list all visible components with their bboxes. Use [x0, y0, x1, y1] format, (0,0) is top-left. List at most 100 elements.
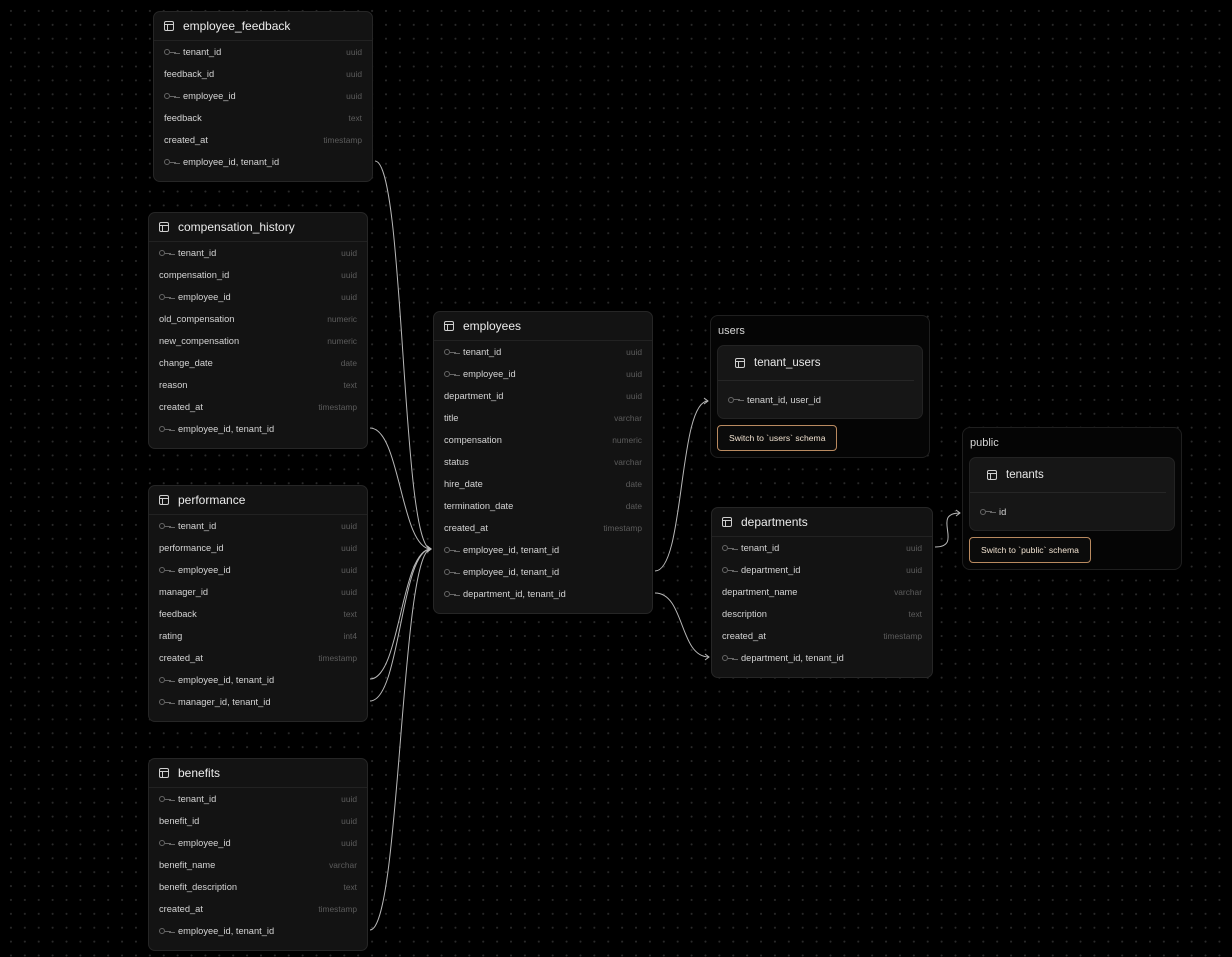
table-header[interactable]: benefits	[149, 759, 367, 788]
table-compensation-history[interactable]: compensation_history tenant_id uuid compen…	[148, 212, 368, 449]
column-row[interactable]: benefit_id uuid	[149, 810, 367, 832]
column-row[interactable]: employee_id uuid	[149, 832, 367, 854]
column-row[interactable]: tenant_id uuid	[712, 537, 932, 559]
column-row[interactable]: tenant_id uuid	[154, 41, 372, 63]
column-type: timestamp	[883, 631, 922, 641]
column-row[interactable]: tenant_id uuid	[149, 515, 367, 537]
schema-name: public	[970, 437, 999, 449]
column-row[interactable]: department_id uuid	[434, 385, 652, 407]
table-header[interactable]: performance	[149, 486, 367, 515]
column-row[interactable]: manager_id, tenant_id	[149, 691, 367, 713]
key-icon	[159, 796, 171, 802]
column-row[interactable]: created_at timestamp	[149, 647, 367, 669]
column-type: text	[343, 609, 358, 619]
table-benefits[interactable]: benefits tenant_id uuid benefit_id uuid empl…	[148, 758, 368, 951]
column-row[interactable]: employee_id uuid	[149, 286, 367, 308]
column-row[interactable]: employee_id, tenant_id	[149, 669, 367, 691]
column-name: status	[444, 457, 469, 467]
column-row[interactable]: employee_id, tenant_id	[154, 151, 372, 173]
column-row[interactable]: manager_id uuid	[149, 581, 367, 603]
column-row[interactable]: compensation_id uuid	[149, 264, 367, 286]
column-row[interactable]: created_at timestamp	[154, 129, 372, 151]
column-row[interactable]: rating int4	[149, 625, 367, 647]
column-name: termination_date	[444, 501, 514, 511]
column-row[interactable]: hire_date date	[434, 473, 652, 495]
column-row[interactable]: feedback text	[149, 603, 367, 625]
edge-employees-tenant-users	[654, 400, 709, 572]
column-name: manager_id	[159, 587, 209, 597]
column-row[interactable]: benefit_name varchar	[149, 854, 367, 876]
column-row[interactable]: tenant_id uuid	[434, 341, 652, 363]
table-header[interactable]: employees	[434, 312, 652, 341]
column-row[interactable]: created_at timestamp	[149, 396, 367, 418]
column-row[interactable]: employee_id uuid	[149, 559, 367, 581]
column-row[interactable]: id	[970, 493, 1174, 530]
column-type: varchar	[614, 413, 642, 423]
column-row[interactable]: title varchar	[434, 407, 652, 429]
table-name: benefits	[178, 766, 221, 780]
table-header[interactable]: tenants	[970, 458, 1166, 493]
column-row[interactable]: feedback text	[154, 107, 372, 129]
column-type: timestamp	[603, 523, 642, 533]
column-row[interactable]: employee_id uuid	[434, 363, 652, 385]
column-row[interactable]: status varchar	[434, 451, 652, 473]
column-row[interactable]: tenant_id uuid	[149, 788, 367, 810]
switch-schema-public-button[interactable]: Switch to `public` schema	[969, 537, 1091, 563]
key-icon	[159, 523, 171, 529]
table-tenant-users[interactable]: tenant_users tenant_id, user_id	[717, 345, 923, 419]
column-row[interactable]: reason text	[149, 374, 367, 396]
switch-schema-users-button[interactable]: Switch to `users` schema	[717, 425, 838, 451]
edge-arrow	[426, 545, 432, 553]
column-type: timestamp	[323, 135, 362, 145]
column-row[interactable]: department_id uuid	[712, 559, 932, 581]
column-row[interactable]: department_id, tenant_id	[434, 583, 652, 605]
table-departments[interactable]: departments tenant_id uuid department_id uu…	[711, 507, 933, 678]
table-header[interactable]: employee_feedback	[154, 12, 372, 41]
table-header[interactable]: tenant_users	[718, 346, 914, 381]
column-type: uuid	[341, 248, 357, 258]
column-type: uuid	[341, 587, 357, 597]
column-name: hire_date	[444, 479, 483, 489]
column-name: department_id, tenant_id	[463, 589, 566, 599]
column-row[interactable]: benefit_description text	[149, 876, 367, 898]
column-row[interactable]: feedback_id uuid	[154, 63, 372, 85]
column-name: employee_id	[178, 292, 231, 302]
key-icon	[159, 294, 171, 300]
column-row[interactable]: department_id, tenant_id	[712, 647, 932, 669]
column-row[interactable]: description text	[712, 603, 932, 625]
column-name: created_at	[722, 631, 766, 641]
column-row[interactable]: created_at timestamp	[712, 625, 932, 647]
table-employee-feedback[interactable]: employee_feedback tenant_id uuid feedback_…	[153, 11, 373, 182]
table-header[interactable]: compensation_history	[149, 213, 367, 242]
column-row[interactable]: employee_id, tenant_id	[434, 561, 652, 583]
column-type: varchar	[894, 587, 922, 597]
column-row[interactable]: created_at timestamp	[149, 898, 367, 920]
column-row[interactable]: performance_id uuid	[149, 537, 367, 559]
column-row[interactable]: termination_date date	[434, 495, 652, 517]
edge-arrow	[703, 397, 709, 405]
column-row[interactable]: employee_id uuid	[154, 85, 372, 107]
column-row[interactable]: employee_id, tenant_id	[434, 539, 652, 561]
edge-arrow	[426, 545, 432, 553]
column-row[interactable]: compensation numeric	[434, 429, 652, 451]
column-type: date	[625, 479, 642, 489]
column-type: uuid	[346, 91, 362, 101]
column-row[interactable]: old_compensation numeric	[149, 308, 367, 330]
table-tenants[interactable]: tenants id	[969, 457, 1175, 531]
table-performance[interactable]: performance tenant_id uuid performance_id u…	[148, 485, 368, 722]
table-icon	[159, 222, 169, 232]
column-row[interactable]: department_name varchar	[712, 581, 932, 603]
column-name: description	[722, 609, 767, 619]
column-row[interactable]: tenant_id uuid	[149, 242, 367, 264]
column-row[interactable]: created_at timestamp	[434, 517, 652, 539]
table-employees[interactable]: employees tenant_id uuid employee_id uuid de…	[433, 311, 653, 614]
table-header[interactable]: departments	[712, 508, 932, 537]
column-row[interactable]: employee_id, tenant_id	[149, 920, 367, 942]
column-row[interactable]: employee_id, tenant_id	[149, 418, 367, 440]
table-name: departments	[741, 515, 808, 529]
column-row[interactable]: new_compensation numeric	[149, 330, 367, 352]
column-name: department_id	[444, 391, 504, 401]
column-row[interactable]: tenant_id, user_id	[718, 381, 922, 418]
column-row[interactable]: change_date date	[149, 352, 367, 374]
column-name: manager_id, tenant_id	[178, 697, 271, 707]
